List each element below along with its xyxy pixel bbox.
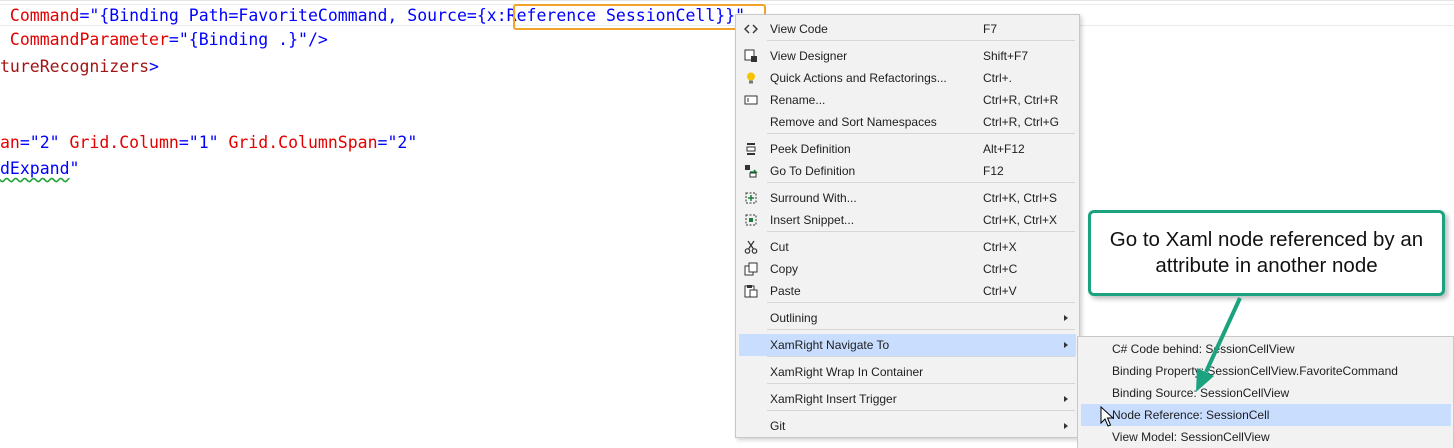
menu-item-shortcut: Ctrl+X (983, 240, 1017, 254)
submenu-arrow-icon (1064, 396, 1068, 402)
menu-item-surround-with[interactable]: Surround With... Ctrl+K, Ctrl+S (739, 187, 1076, 209)
callout-text: Go to Xaml node referenced by an attribu… (1109, 228, 1424, 277)
menu-item-shortcut: Ctrl+K, Ctrl+S (983, 191, 1058, 205)
menu-item-xamright-navigate-to[interactable]: XamRight Navigate To (739, 334, 1076, 356)
code-line: an="2" Grid.Column="1" Grid.ColumnSpan="… (0, 131, 417, 155)
scissors-icon (744, 240, 758, 254)
code-token: Grid.ColumnSpan (228, 133, 378, 152)
menu-item-xamright-insert-trigger[interactable]: XamRight Insert Trigger (739, 388, 1076, 410)
menu-item-label: Insert Snippet... (770, 213, 855, 227)
menu-item-rename[interactable]: Rename... Ctrl+R, Ctrl+R (739, 89, 1076, 111)
menu-item-label: Go To Definition (770, 164, 856, 178)
menu-item-shortcut: Ctrl+R, Ctrl+R (983, 93, 1059, 107)
menu-item-xamright-wrap-in-container[interactable]: XamRight Wrap In Container (739, 361, 1076, 383)
menu-item-label: View Code (770, 22, 828, 36)
menu-item-shortcut: Ctrl+R, Ctrl+G (983, 115, 1060, 129)
mouse-pointer-icon (1100, 406, 1114, 427)
code-token: ="2" (19, 133, 70, 152)
menu-item-shortcut: Ctrl+. (983, 71, 1013, 85)
menu-item-label: Surround With... (770, 191, 857, 205)
submenu-item-node-reference-sessioncell[interactable]: Node Reference: SessionCell (1081, 404, 1451, 426)
menu-item-view-designer[interactable]: View Designer Shift+F7 (739, 45, 1076, 67)
code-token: > (149, 57, 159, 76)
annotation-callout: Go to Xaml node referenced by an attribu… (1088, 210, 1445, 296)
peek-definition-icon (744, 142, 758, 156)
code-token: ="2" (377, 133, 418, 152)
menu-item-shortcut: Shift+F7 (983, 49, 1029, 63)
submenu-arrow-icon (1064, 423, 1068, 429)
menu-item-label: Copy (770, 262, 799, 276)
x-reference-highlight-box (513, 4, 766, 30)
menu-item-shortcut: Ctrl+V (983, 284, 1017, 298)
code-token: " (69, 159, 80, 178)
menu-item-insert-snippet[interactable]: Insert Snippet... Ctrl+K, Ctrl+X (739, 209, 1076, 231)
menu-item-peek-definition[interactable]: Peek Definition Alt+F12 (739, 138, 1076, 160)
view-designer-icon (744, 49, 758, 63)
submenu-item-label: Binding Source: SessionCellView (1112, 386, 1290, 400)
menu-item-shortcut: Alt+F12 (983, 142, 1025, 156)
menu-item-shortcut: F7 (983, 22, 998, 36)
surround-with-icon (744, 191, 758, 205)
menu-item-label: Rename... (770, 93, 826, 107)
code-token: dExpand (0, 159, 70, 178)
submenu-item-c-code-behind-sessioncellview[interactable]: C# Code behind: SessionCellView (1081, 338, 1451, 360)
go-to-definition-icon (744, 164, 758, 178)
menu-item-label: XamRight Navigate To (770, 338, 890, 352)
code-token: Grid.Column (69, 133, 179, 152)
paste-icon (744, 284, 758, 298)
code-line: CommandParameter="{Binding .}"/> (0, 28, 328, 52)
code-token: an (0, 133, 20, 152)
menu-item-label: XamRight Insert Trigger (770, 392, 897, 406)
submenu-item-label: View Model: SessionCellView (1112, 430, 1270, 444)
menu-item-go-to-definition[interactable]: Go To Definition F12 (739, 160, 1076, 182)
code-token: ="{Binding .}" (168, 30, 308, 49)
code-token: CommandParameter (0, 30, 169, 49)
insert-snippet-icon (744, 213, 758, 227)
submenu-item-view-model-sessioncellview[interactable]: View Model: SessionCellView (1081, 426, 1451, 448)
menu-item-remove-and-sort-namespaces[interactable]: Remove and Sort Namespaces Ctrl+R, Ctrl+G (739, 111, 1076, 133)
submenu-item-label: Binding Property: SessionCellView.Favori… (1112, 364, 1398, 378)
code-token: /> (307, 30, 328, 49)
code-token: Command (0, 6, 80, 25)
menu-item-label: Paste (770, 284, 801, 298)
lightbulb-icon (744, 71, 758, 85)
menu-item-quick-actions-and-refactorings[interactable]: Quick Actions and Refactorings... Ctrl+. (739, 67, 1076, 89)
submenu-arrow-icon (1064, 342, 1068, 348)
menu-item-shortcut: Ctrl+K, Ctrl+X (983, 213, 1058, 227)
menu-item-label: Remove and Sort Namespaces (770, 115, 937, 129)
submenu-item-label: Node Reference: SessionCell (1112, 408, 1270, 422)
menu-item-cut[interactable]: Cut Ctrl+X (739, 236, 1076, 258)
menu-item-label: Outlining (770, 311, 818, 325)
menu-item-label: Quick Actions and Refactorings... (770, 71, 947, 85)
menu-item-shortcut: F12 (983, 164, 1004, 178)
menu-item-label: Cut (770, 240, 789, 254)
rename-icon (744, 93, 758, 107)
menu-item-label: View Designer (770, 49, 848, 63)
menu-item-git[interactable]: Git (739, 415, 1076, 437)
menu-item-label: Git (770, 419, 786, 433)
menu-item-label: Peek Definition (770, 142, 851, 156)
submenu-item-binding-source-sessioncellview[interactable]: Binding Source: SessionCellView (1081, 382, 1451, 404)
view-code-icon (744, 22, 758, 36)
code-line: dExpand" (0, 157, 79, 181)
submenu-item-label: C# Code behind: SessionCellView (1112, 342, 1295, 356)
code-token: tureRecognizers (0, 57, 150, 76)
submenu-item-binding-property-sessioncellview-favoritecommand[interactable]: Binding Property: SessionCellView.Favori… (1081, 360, 1451, 382)
menu-item-label: XamRight Wrap In Container (770, 365, 924, 379)
code-token: ="1" (178, 133, 229, 152)
code-line: tureRecognizers> (0, 55, 159, 79)
menu-item-copy[interactable]: Copy Ctrl+C (739, 258, 1076, 280)
copy-icon (744, 262, 758, 276)
menu-item-view-code[interactable]: View Code F7 (739, 18, 1076, 40)
menu-item-outlining[interactable]: Outlining (739, 307, 1076, 329)
xamright-navigate-submenu[interactable]: C# Code behind: SessionCellView Binding P… (1077, 336, 1454, 448)
editor-top-border (0, 0, 1454, 1)
context-menu[interactable]: View Code F7 View Designer Shift+F7 Quick Ac… (735, 14, 1080, 438)
code-token: ="{Binding Path=FavoriteCommand, Source=… (79, 6, 487, 25)
submenu-arrow-icon (1064, 315, 1068, 321)
menu-item-shortcut: Ctrl+C (983, 262, 1018, 276)
menu-item-paste[interactable]: Paste Ctrl+V (739, 280, 1076, 302)
